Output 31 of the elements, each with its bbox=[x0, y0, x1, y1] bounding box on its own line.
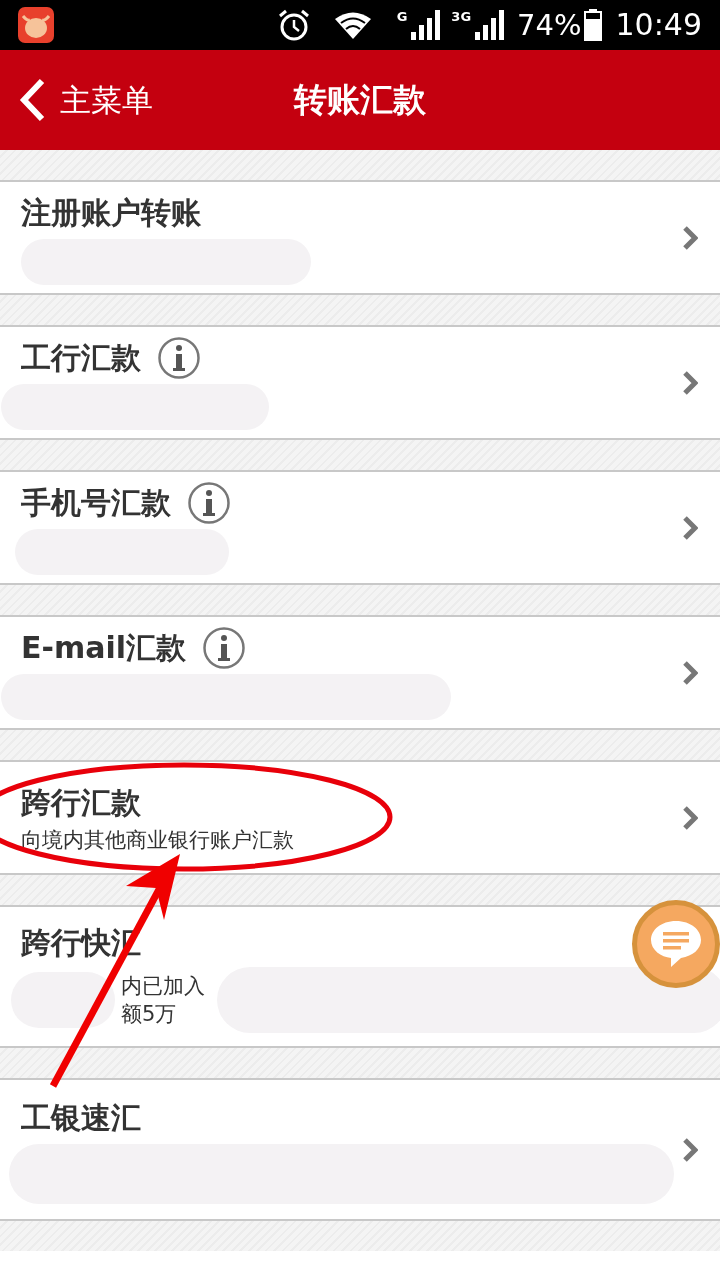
page-title: 转账汇款 bbox=[294, 79, 426, 122]
chat-icon bbox=[649, 919, 703, 969]
item-title: 工银速汇 bbox=[21, 1102, 141, 1133]
battery-percent: 74% bbox=[517, 10, 582, 40]
item-title: 跨行汇款 bbox=[21, 787, 141, 818]
signal-icon bbox=[411, 10, 442, 40]
item-title: 注册账户转账 bbox=[21, 197, 201, 228]
wifi-icon bbox=[332, 10, 373, 40]
item-title: 手机号汇款 bbox=[21, 487, 171, 518]
menu-item[interactable]: 工银速汇 bbox=[0, 1078, 720, 1221]
menu-item[interactable]: 注册账户转账 bbox=[0, 180, 720, 295]
clock: 10:49 bbox=[615, 10, 702, 40]
item-title: 工行汇款 bbox=[21, 342, 141, 373]
item-description: 向境内其他商业银行账户汇款 bbox=[21, 826, 295, 854]
app-icon[interactable] bbox=[18, 7, 54, 43]
menu-item[interactable]: 跨行汇款 向境内其他商业银行账户汇款 bbox=[0, 760, 720, 875]
item-title: E-mail汇款 bbox=[21, 632, 186, 663]
menu-item[interactable]: E-mail汇款 bbox=[0, 615, 720, 730]
info-icon[interactable] bbox=[157, 335, 201, 380]
menu-item[interactable]: 手机号汇款 bbox=[0, 470, 720, 585]
network-label: 3G bbox=[451, 10, 472, 23]
info-icon[interactable] bbox=[187, 480, 231, 525]
back-button[interactable]: 主菜单 bbox=[18, 76, 153, 124]
info-icon[interactable] bbox=[202, 625, 246, 670]
item-description: 内已加入 bbox=[121, 972, 205, 1000]
network-label: G bbox=[396, 10, 408, 23]
item-description: 额5万 bbox=[121, 1000, 178, 1028]
alarm-icon bbox=[276, 8, 311, 42]
menu-item[interactable]: 工行汇款 bbox=[0, 325, 720, 440]
signal-icon bbox=[475, 10, 506, 40]
battery-icon bbox=[583, 9, 602, 41]
